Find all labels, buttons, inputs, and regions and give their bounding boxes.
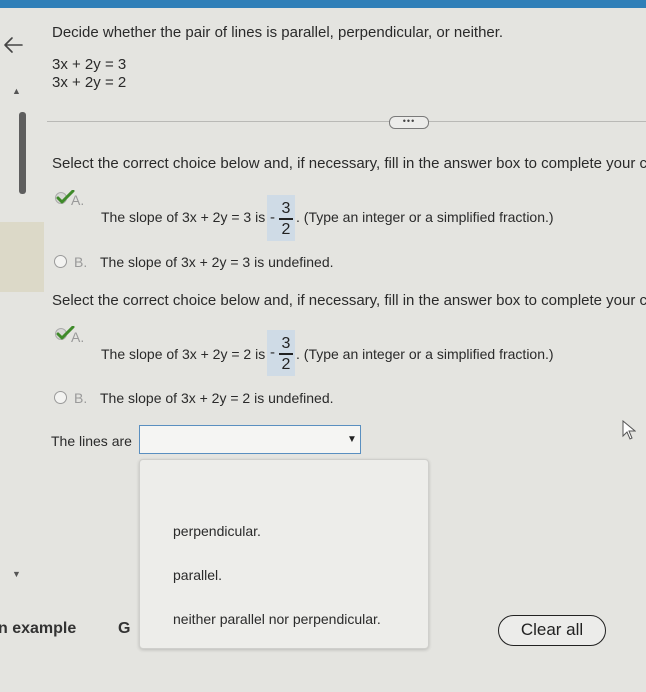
choice-a-hint: . (Type an integer or a simplified fract… bbox=[296, 346, 554, 362]
section2-prompt: Select the correct choice below and, if … bbox=[52, 292, 646, 309]
answer-numerator: 3 bbox=[281, 200, 291, 217]
choice-a-text: The slope of 3x + 2y = 3 is bbox=[101, 209, 266, 225]
equation-line-1: 3x + 2y = 3 bbox=[52, 56, 127, 73]
option-neither[interactable]: neither parallel nor perpendicular. bbox=[173, 611, 381, 627]
choice-a-letter: A. bbox=[71, 329, 85, 345]
choice-a-hint: . (Type an integer or a simplified fract… bbox=[296, 209, 554, 225]
mouse-cursor-icon bbox=[622, 420, 636, 440]
answer-box[interactable]: - 3 2 bbox=[267, 195, 295, 241]
equation-line-2: 3x + 2y = 2 bbox=[52, 74, 127, 91]
lines-label: The lines are bbox=[51, 433, 132, 449]
section1-prompt: Select the correct choice below and, if … bbox=[52, 155, 646, 172]
top-accent-bar bbox=[0, 0, 646, 8]
answer-numerator: 3 bbox=[281, 335, 291, 352]
choice-b-radio[interactable] bbox=[54, 255, 67, 268]
scroll-up-icon[interactable]: ▲ bbox=[12, 86, 21, 96]
lines-dropdown[interactable] bbox=[139, 425, 361, 454]
answer-sign: - bbox=[270, 344, 275, 361]
choice-b-letter: B. bbox=[74, 254, 88, 270]
dropdown-options-list: perpendicular. parallel. neither paralle… bbox=[139, 459, 429, 649]
choice-b-letter: B. bbox=[74, 390, 88, 406]
option-parallel[interactable]: parallel. bbox=[173, 567, 222, 583]
question-instruction: Decide whether the pair of lines is para… bbox=[52, 24, 504, 41]
answer-fraction: 3 2 bbox=[278, 334, 294, 374]
scrollbar-thumb[interactable] bbox=[19, 112, 26, 194]
choice-a-text: The slope of 3x + 2y = 2 is bbox=[101, 346, 266, 362]
view-example-link[interactable]: n example bbox=[0, 620, 76, 638]
scroll-down-icon[interactable]: ▼ bbox=[12, 569, 21, 579]
dropdown-arrow-icon[interactable]: ▼ bbox=[347, 434, 357, 445]
answer-sign: - bbox=[270, 209, 275, 226]
answer-box[interactable]: - 3 2 bbox=[267, 330, 295, 376]
choice-b-text: The slope of 3x + 2y = 3 is undefined. bbox=[100, 254, 334, 270]
choice-a-letter: A. bbox=[71, 192, 85, 208]
option-perpendicular[interactable]: perpendicular. bbox=[173, 523, 261, 539]
answer-fraction: 3 2 bbox=[278, 199, 294, 239]
choice-b-radio[interactable] bbox=[54, 391, 67, 404]
choice-b-text: The slope of 3x + 2y = 2 is undefined. bbox=[100, 390, 334, 406]
clear-all-button[interactable]: Clear all bbox=[498, 615, 606, 646]
side-panel-edge bbox=[0, 222, 44, 292]
answer-denominator: 2 bbox=[281, 355, 291, 373]
answer-denominator: 2 bbox=[281, 220, 291, 238]
more-options-button[interactable]: ••• bbox=[389, 116, 429, 129]
back-arrow-icon[interactable] bbox=[2, 34, 24, 56]
get-more-help-link[interactable]: G bbox=[118, 620, 130, 638]
divider bbox=[47, 121, 646, 122]
